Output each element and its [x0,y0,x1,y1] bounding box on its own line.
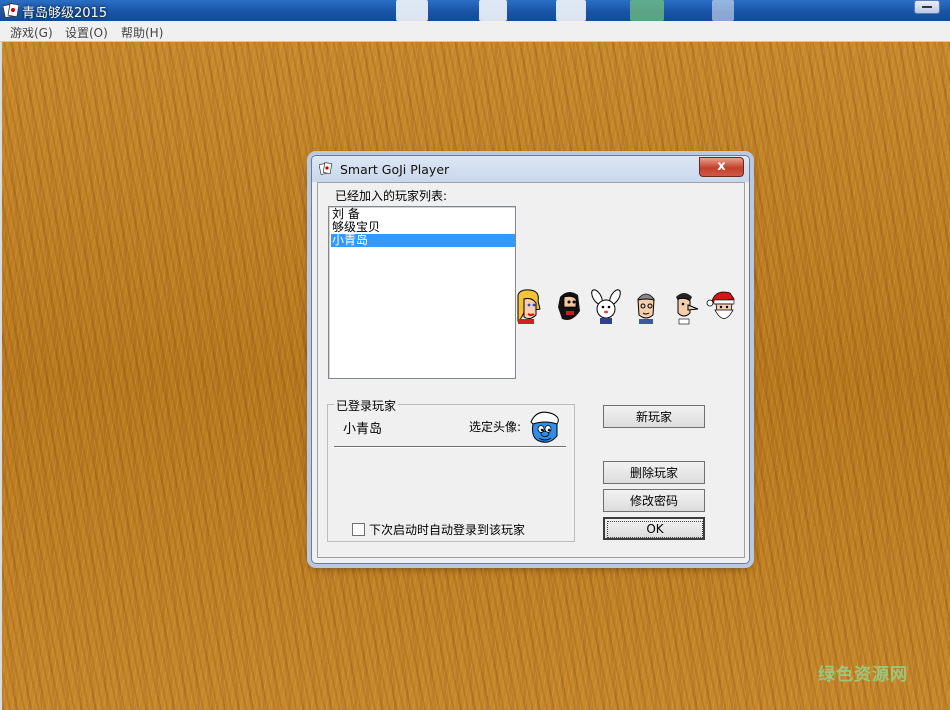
selected-avatar-label: 选定头像: [469,420,522,434]
close-button[interactable]: x [699,157,744,177]
player-list[interactable]: 刘 备 够级宝贝 小青岛 [328,206,516,379]
taskbar-icon [479,0,507,21]
joined-players-label: 已经加入的玩家列表: [335,189,448,203]
smurf-avatar-icon [530,411,559,443]
new-player-button[interactable]: 新玩家 [603,405,705,428]
taskbar-icon [630,0,664,21]
player-dialog: Smart GoJi Player x 已经加入的玩家列表: 刘 备 够级宝贝 … [311,155,750,564]
logged-in-group: 已登录玩家 小青岛 选定头像: 下次启动时自动登录到该玩家 [327,397,575,542]
watermark: 绿色资源网 [818,665,908,685]
taskbar-icon [396,0,428,21]
taskbar-icon [712,0,734,21]
santa-avatar-icon[interactable] [706,289,738,325]
delete-player-button[interactable]: 删除玩家 [603,461,705,484]
dialog-titlebar[interactable]: Smart GoJi Player x [312,156,749,182]
auto-login-label[interactable]: 下次启动时自动登录到该玩家 [369,521,525,538]
group-separator [334,446,566,448]
avatar-picker [514,289,744,325]
long-nose-man-avatar-icon[interactable] [668,289,700,325]
logged-in-player-name: 小青岛 [343,422,383,437]
player-list-item-selected[interactable]: 小青岛 [331,234,515,247]
menu-bar: 游戏(G) 设置(O) 帮助(H) [0,21,950,42]
window-titlebar[interactable]: 青岛够级2015 [0,0,950,21]
auto-login-checkbox[interactable] [352,523,365,536]
old-man-avatar-icon[interactable] [630,289,662,325]
bearded-man-avatar-icon[interactable] [552,289,584,325]
window-title: 青岛够级2015 [22,6,108,21]
menu-item-help[interactable]: 帮助(H) [121,24,163,41]
blonde-girl-avatar-icon[interactable] [514,289,546,325]
change-password-button[interactable]: 修改密码 [603,489,705,512]
logged-in-legend: 已登录玩家 [334,397,399,414]
dialog-app-icon [319,162,333,175]
menu-item-game[interactable]: 游戏(G) [10,24,53,41]
ok-button-label: OK [607,521,703,538]
dialog-title: Smart GoJi Player [340,162,450,177]
minimize-icon [922,6,932,8]
taskbar-icon [556,0,586,21]
minimize-button[interactable] [914,0,940,14]
dialog-client-area: 已经加入的玩家列表: 刘 备 够级宝贝 小青岛 已登录玩家 小青岛 选定头像: … [317,182,745,558]
menu-item-settings[interactable]: 设置(O) [65,24,108,41]
app-icon [3,2,19,18]
rabbit-avatar-icon[interactable] [590,289,622,325]
ok-button[interactable]: OK [603,517,705,540]
close-icon: x [717,159,726,174]
